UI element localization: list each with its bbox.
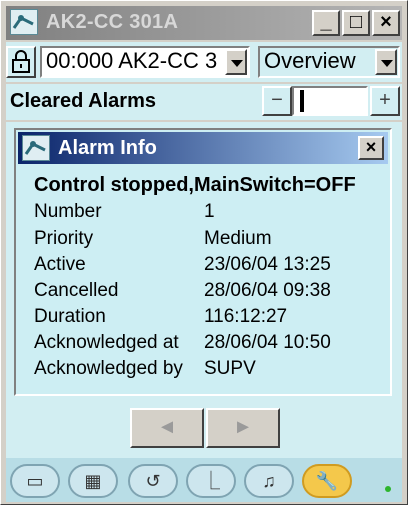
alarm-info-titlebar: Alarm Info × [18,132,388,164]
field-label-duration: Duration [34,306,106,327]
field-label-acknowledged-at: Acknowledged at [34,332,179,353]
device-icon[interactable]: ▭ [10,464,60,498]
field-value-priority: Medium [204,228,272,249]
chevron-down-icon[interactable] [375,49,397,75]
title-bar: AK2-CC 301A _ □ × [6,6,402,40]
next-alarm-button[interactable]: ► [206,408,280,448]
view-select[interactable]: Overview [258,46,400,78]
window-title: AK2-CC 301A [46,11,179,33]
refresh-icon[interactable]: ↺ [128,464,178,498]
graph-icon[interactable]: ⎿ [186,464,236,498]
alarm-info-icon [22,135,50,161]
alarm-heading: Control stopped,MainSwitch=OFF [34,174,356,196]
field-value-acknowledged-at: 28/06/04 10:50 [204,332,331,353]
prev-alarm-button[interactable]: ◄ [130,408,204,448]
wrench-icon[interactable]: 🔧 [302,464,352,498]
device-select[interactable]: 00:000 AK2-CC 3 [40,46,250,78]
close-button[interactable]: × [372,10,400,36]
view-select-value: Overview [264,48,356,73]
alarm-info-title: Alarm Info [58,137,157,159]
navigation-area [6,402,402,458]
alarm-info-close-button[interactable]: × [358,136,384,160]
minimize-button[interactable]: _ [312,10,340,36]
field-label-priority: Priority [34,228,94,249]
section-label: Cleared Alarms [10,90,156,112]
field-label-acknowledged-by: Acknowledged by [34,358,183,379]
grid-icon[interactable]: ▦ [68,464,118,498]
field-label-active: Active [34,254,86,275]
field-value-number: 1 [204,201,215,222]
field-value-cancelled: 28/06/04 09:38 [204,280,331,301]
lock-button[interactable] [6,46,36,78]
lock-icon [12,50,30,73]
field-value-acknowledged-by: SUPV [204,358,256,379]
field-label-cancelled: Cancelled [34,280,119,301]
spin-cursor [300,90,304,112]
field-value-duration: 116:12:27 [204,306,288,327]
status-led [385,486,391,492]
spin-prev-button[interactable]: − [262,86,292,116]
field-value-active: 23/06/04 13:25 [204,254,331,275]
bell-icon[interactable]: ♫ [244,464,294,498]
device-select-value: 00:000 AK2-CC 3 [46,48,218,73]
app-icon [10,9,38,35]
maximize-button[interactable]: □ [342,10,370,36]
spin-next-button[interactable]: + [370,86,400,116]
chevron-down-icon[interactable] [225,49,247,75]
field-label-number: Number [34,201,102,222]
